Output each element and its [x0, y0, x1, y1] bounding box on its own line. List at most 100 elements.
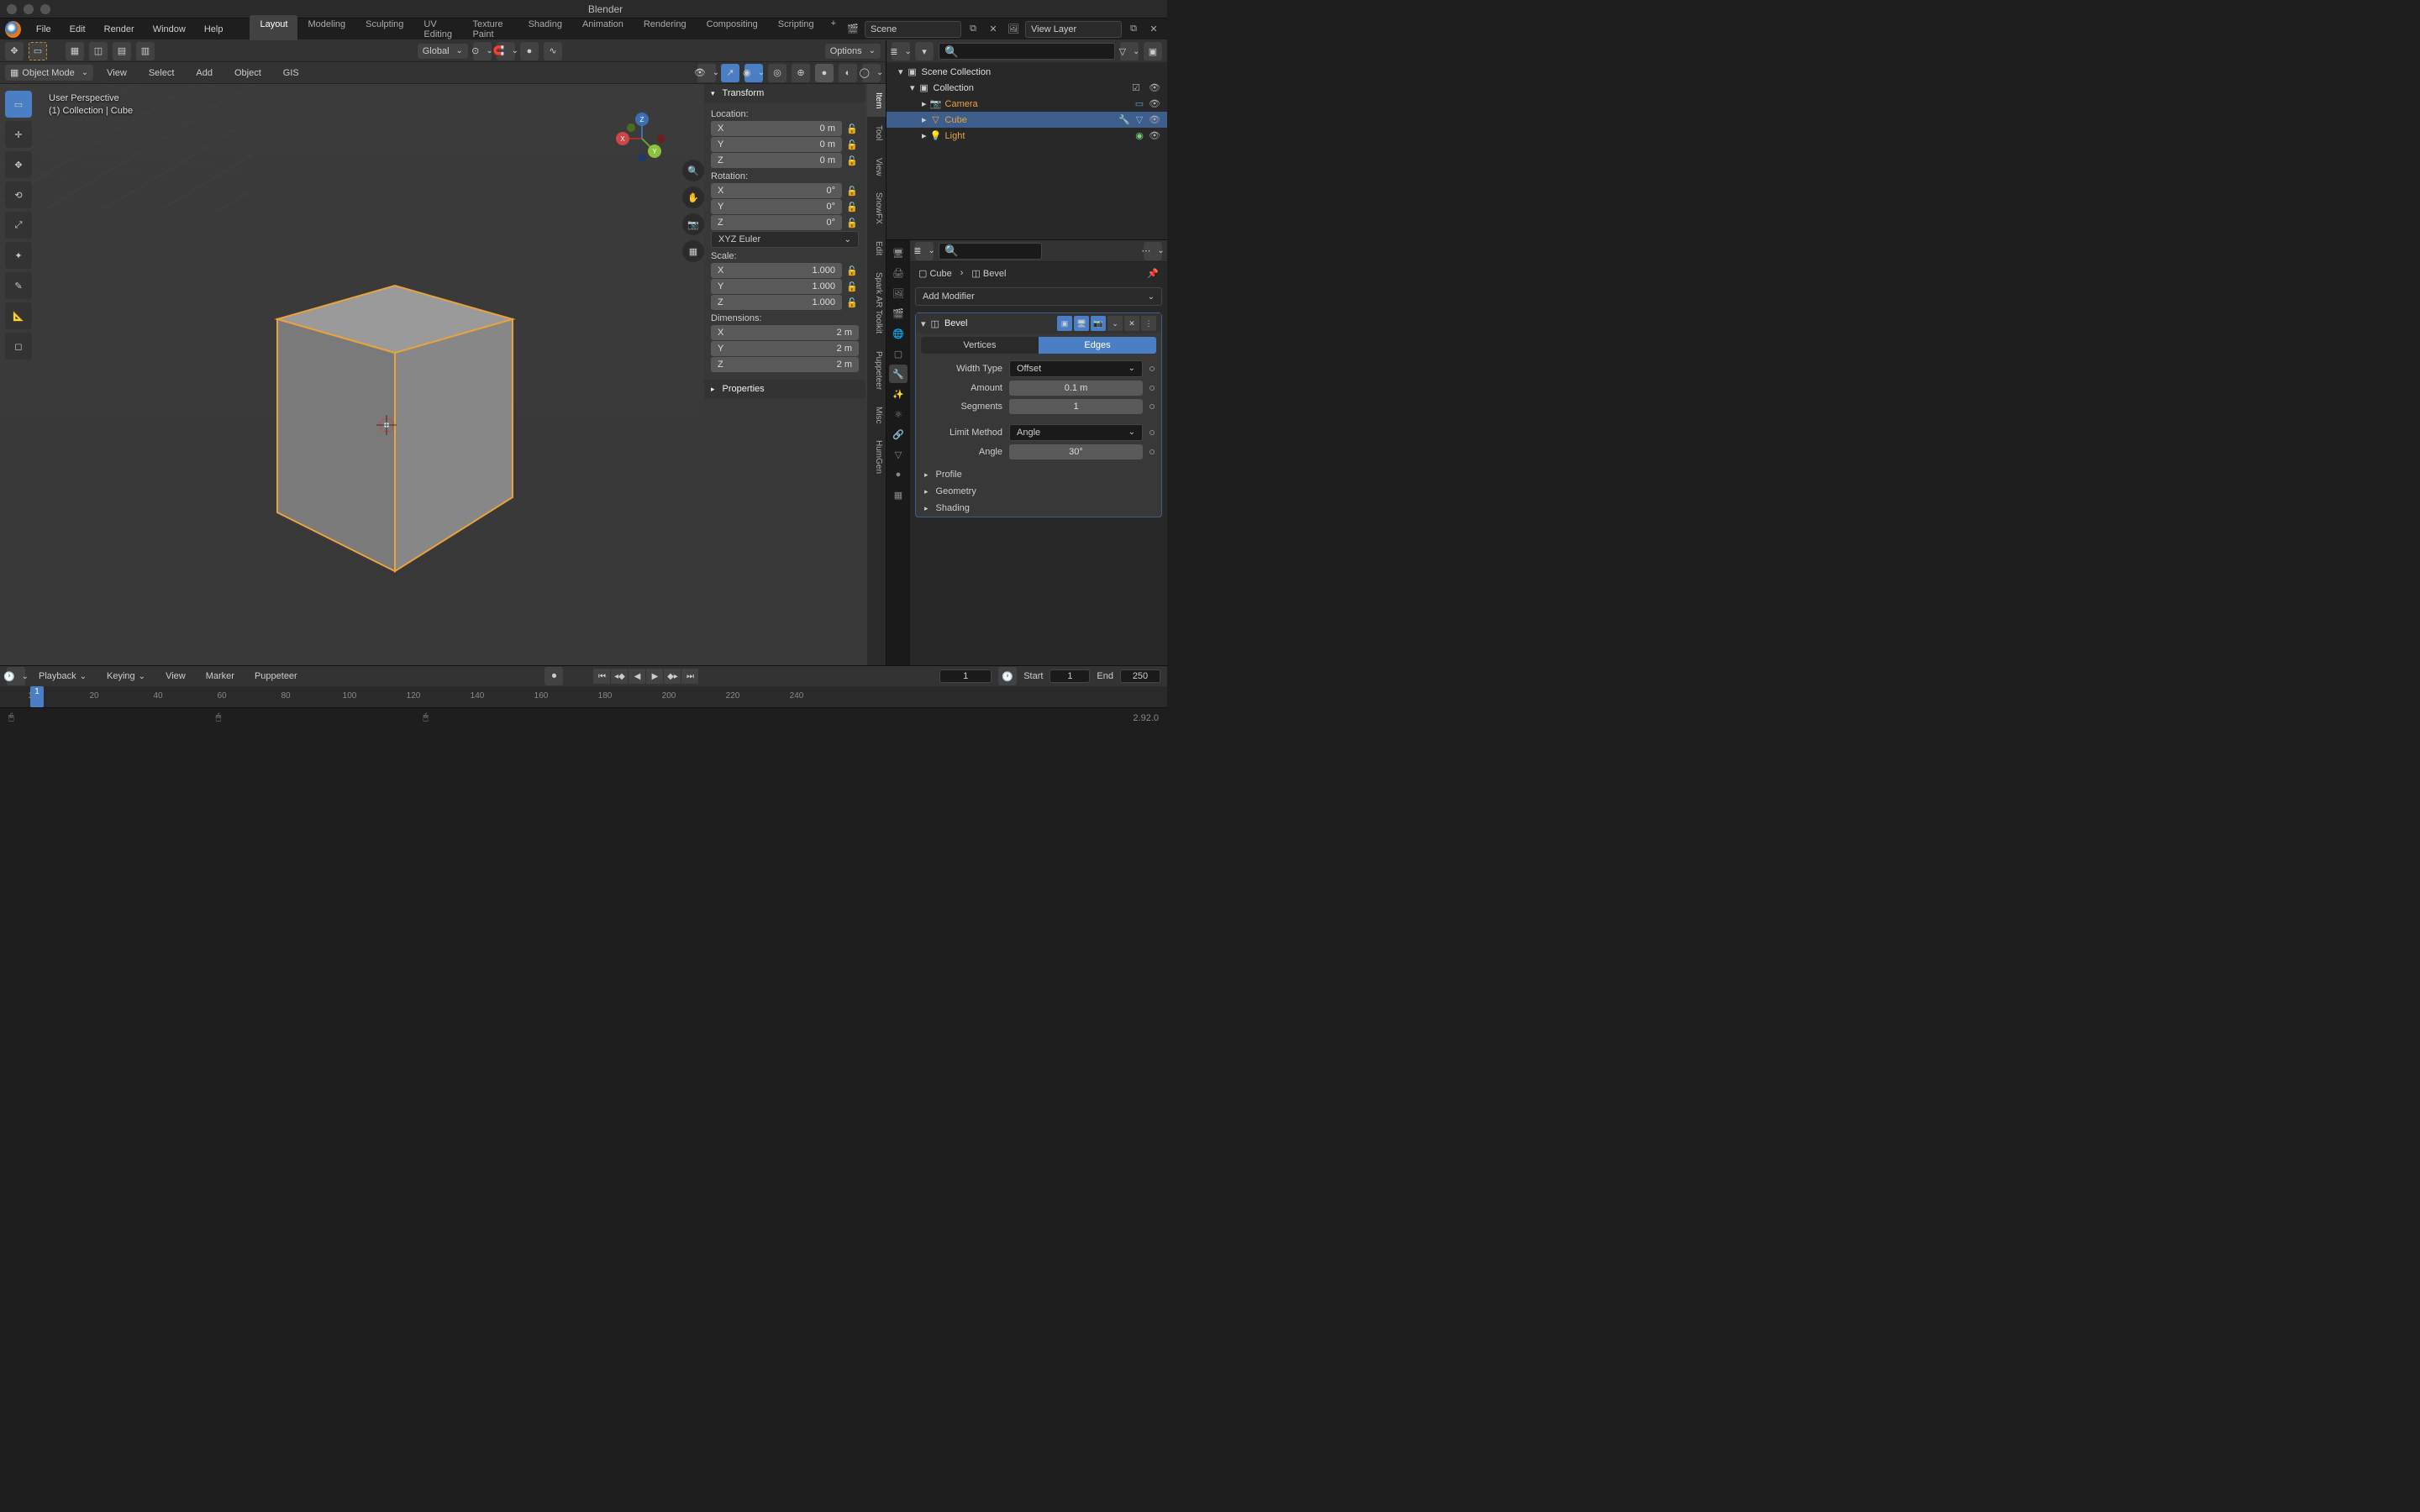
dim-x[interactable]: X2 m	[711, 325, 859, 340]
dim-z[interactable]: Z2 m	[711, 357, 859, 372]
viewlayer-copy-icon[interactable]: ⧉	[1125, 21, 1142, 38]
location-z[interactable]: Z0 m	[711, 153, 842, 168]
anim-dot[interactable]	[1150, 386, 1155, 391]
outliner-filter-icon[interactable]: ▽	[1120, 42, 1139, 60]
mod-delete-icon[interactable]: ✕	[1124, 316, 1139, 331]
workspace-tab-layout[interactable]: Layout	[250, 15, 297, 44]
tab-physics[interactable]: ⚛	[889, 405, 908, 423]
camera-view-icon[interactable]: 📷	[682, 213, 704, 235]
pin-icon[interactable]: 📌	[1147, 268, 1159, 279]
props-mode-icon[interactable]: ≣	[915, 242, 934, 260]
n-tab-view[interactable]: View	[867, 150, 886, 185]
jump-start-icon[interactable]: ⏮	[593, 669, 610, 684]
gizmo-toggle-icon[interactable]: ↗	[721, 64, 739, 82]
close-window[interactable]	[7, 4, 17, 14]
xray-icon[interactable]: ◎	[768, 64, 786, 82]
timeline-track[interactable]: 1 120406080100120140160180200220240	[0, 686, 1167, 707]
persp-ortho-icon[interactable]: ▦	[682, 240, 704, 262]
playback-menu[interactable]: Playback	[32, 669, 93, 683]
location-x[interactable]: X0 m	[711, 121, 842, 136]
tree-cube[interactable]: ▸ ▽ Cube 🔧 ▽ 👁	[886, 112, 1167, 128]
n-tab-humgen[interactable]: HumGen	[867, 432, 886, 482]
play-icon[interactable]: ▶	[646, 669, 663, 684]
minimize-window[interactable]	[24, 4, 34, 14]
anim-dot[interactable]	[1150, 404, 1155, 409]
location-y[interactable]: Y0 m	[711, 137, 842, 152]
workspace-tab-scripting[interactable]: Scripting	[768, 15, 824, 44]
tool-add-cube[interactable]: ◻	[5, 333, 32, 360]
eye-icon[interactable]: 👁	[1149, 82, 1162, 93]
mod-edit-mode-icon[interactable]: ▣	[1057, 316, 1072, 331]
dim-y[interactable]: Y2 m	[711, 341, 859, 356]
outliner-new-collection-icon[interactable]: ▣	[1144, 42, 1162, 60]
pan-icon[interactable]: ✋	[682, 186, 704, 208]
tree-scene-collection[interactable]: ▾ ▣ Scene Collection	[886, 64, 1167, 80]
keyframe-prev-icon[interactable]: ◂◆	[611, 669, 628, 684]
tree-collection[interactable]: ▾ ▣ Collection ☑ 👁	[886, 80, 1167, 96]
n-tab-item[interactable]: Item	[867, 84, 886, 117]
current-frame[interactable]: 1	[939, 669, 992, 683]
crumb-modifier[interactable]: Bevel	[983, 269, 1007, 279]
view-menu[interactable]: View	[98, 65, 135, 81]
mod-display-icon[interactable]: 🖥	[1074, 316, 1089, 331]
tab-scene[interactable]: 🎬	[889, 304, 908, 323]
tl-view-menu[interactable]: View	[159, 669, 192, 683]
eye-icon[interactable]: 👁	[1149, 114, 1162, 125]
scene-delete-icon[interactable]: ✕	[985, 21, 1002, 38]
play-reverse-icon[interactable]: ◀	[629, 669, 645, 684]
width-type-dropdown[interactable]: Offset	[1009, 360, 1143, 377]
tab-mesh[interactable]: ▽	[889, 445, 908, 464]
add-menu[interactable]: Add	[187, 65, 221, 81]
zoom-icon[interactable]: 🔍	[682, 160, 704, 181]
scale-z[interactable]: Z1.000	[711, 295, 842, 310]
tool-move[interactable]: ✥	[5, 151, 32, 178]
mod-dropdown-icon[interactable]: ⌄	[1107, 316, 1123, 331]
tool-transform[interactable]: ✦	[5, 242, 32, 269]
tab-particles[interactable]: ✨	[889, 385, 908, 403]
eye-icon[interactable]: 👁	[1149, 130, 1162, 141]
lock-icon[interactable]: 🔓	[845, 138, 859, 151]
amount-field[interactable]: 0.1 m	[1009, 381, 1143, 396]
viewport-canvas[interactable]: User Perspective (1) Collection | Cube ▭…	[0, 84, 886, 665]
editor-type-icon[interactable]: ✥	[5, 42, 24, 60]
bevel-header[interactable]: ▾◫ ▣ 🖥 📷 ⌄ ✕ ⋮	[916, 313, 1161, 333]
menu-help[interactable]: Help	[196, 21, 232, 38]
workspace-tab-modeling[interactable]: Modeling	[297, 15, 355, 44]
n-tab-puppeteer[interactable]: Puppeteer	[867, 343, 886, 398]
tool-scale[interactable]: ⤢	[5, 212, 32, 239]
eye-icon[interactable]: 👁	[1149, 98, 1162, 109]
timeline-editor-icon[interactable]: 🕐	[7, 667, 25, 685]
viewlayer-name-input[interactable]	[1025, 21, 1122, 38]
props-search[interactable]	[939, 243, 1042, 260]
shading-render-icon[interactable]: ◯	[862, 64, 881, 82]
zoom-window[interactable]	[40, 4, 50, 14]
tab-constraints[interactable]: 🔗	[889, 425, 908, 444]
n-tab-spark[interactable]: Spark AR Toolkit	[867, 264, 886, 342]
object-menu[interactable]: Object	[226, 65, 270, 81]
shading-solid-icon[interactable]: ●	[815, 64, 834, 82]
rotation-mode-dropdown[interactable]: XYZ Euler	[711, 231, 859, 248]
outliner-search[interactable]	[939, 43, 1115, 60]
rotation-y[interactable]: Y0°	[711, 199, 842, 214]
props-options-icon[interactable]: ⋯	[1144, 242, 1162, 260]
menu-render[interactable]: Render	[96, 21, 143, 38]
rotation-z[interactable]: Z0°	[711, 215, 842, 230]
nav-gizmo[interactable]: X Y Z	[613, 109, 671, 168]
scale-y[interactable]: Y1.000	[711, 279, 842, 294]
geometry-section[interactable]: Geometry	[916, 483, 1161, 500]
anim-dot[interactable]	[1150, 449, 1155, 454]
tab-world[interactable]: 🌐	[889, 324, 908, 343]
workspace-tab-compositing[interactable]: Compositing	[697, 15, 768, 44]
anim-dot[interactable]	[1150, 430, 1155, 435]
snap-dropdown[interactable]: 🧲	[497, 42, 515, 60]
gis-menu[interactable]: GIS	[275, 65, 308, 81]
proportional-icon[interactable]: ●	[520, 42, 539, 60]
n-tab-misc[interactable]: Misc	[867, 398, 886, 433]
scene-name-input[interactable]	[865, 21, 961, 38]
clock-icon[interactable]: 🕐	[998, 667, 1017, 685]
outliner-mode-icon[interactable]: ≣	[892, 42, 910, 60]
marker-menu[interactable]: Marker	[199, 669, 241, 683]
menu-edit[interactable]: Edit	[61, 21, 94, 38]
viewlayer-delete-icon[interactable]: ✕	[1145, 21, 1162, 38]
lock-icon[interactable]: 🔓	[845, 280, 859, 293]
